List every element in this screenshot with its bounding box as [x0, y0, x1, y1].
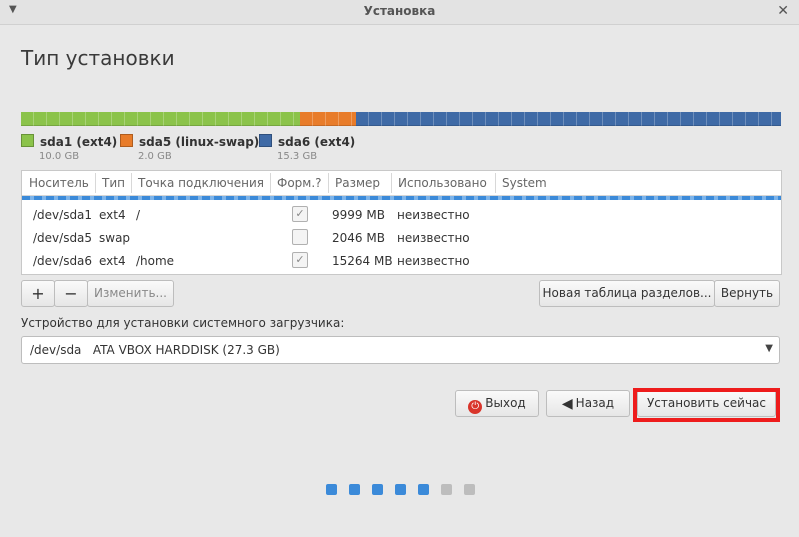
install-now-highlight [633, 388, 780, 422]
legend-swatch [259, 134, 272, 147]
cell-device: /dev/sda5 [33, 231, 93, 245]
legend-size: 15.3 GB [277, 151, 318, 162]
cell-type: swap [99, 231, 131, 245]
close-icon[interactable]: ✕ [777, 3, 789, 19]
progress-dot [349, 484, 360, 495]
back-button[interactable]: ◀ Назад [546, 390, 630, 417]
column-divider [328, 173, 329, 193]
legend-size: 10.0 GB [39, 151, 80, 162]
partition-bar-sda1 [21, 112, 300, 126]
legend-name: sda1 (ext4) [40, 135, 118, 149]
partition-bar-sda6 [356, 112, 781, 126]
progress-dot [441, 484, 452, 495]
cell-size: 2046 MB [332, 231, 385, 245]
cell-used: неизвестно [397, 231, 470, 245]
progress-dot [395, 484, 406, 495]
partition-bar [21, 112, 781, 126]
legend-name: sda6 (ext4) [278, 135, 356, 149]
column-divider [391, 173, 392, 193]
column-divider [270, 173, 271, 193]
legend-name: sda5 (linux-swap) [139, 135, 260, 149]
column-header-type[interactable]: Тип [102, 176, 125, 190]
power-icon: ⏻ [468, 400, 483, 414]
table-header: Носитель Тип Точка подключения Форм.? Ра… [22, 171, 781, 196]
bootloader-selected: /dev/sda ATA VBOX HARDDISK (27.3 GB) [30, 343, 280, 357]
bootloader-device: /dev/sda [30, 343, 82, 357]
progress-dot [326, 484, 337, 495]
quit-button-label: Выход [485, 396, 526, 410]
table-row[interactable]: /dev/sda1 ext4 / ✓ 9999 MB неизвестно [22, 204, 781, 227]
column-header-system[interactable]: System [502, 176, 547, 190]
progress-dot [464, 484, 475, 495]
format-checkbox[interactable] [292, 229, 308, 245]
remove-partition-button[interactable]: − [54, 280, 88, 307]
change-partition-button[interactable]: Изменить... [87, 280, 174, 307]
bootloader-description: ATA VBOX HARDDISK (27.3 GB) [92, 343, 280, 357]
column-header-used[interactable]: Использовано [398, 176, 487, 190]
cell-used: неизвестно [397, 208, 470, 222]
format-checkbox[interactable]: ✓ [292, 206, 308, 222]
cell-type: ext4 [99, 208, 126, 222]
page-title: Тип установки [21, 46, 175, 70]
window-title: Установка [363, 4, 436, 18]
cell-mount: /home [136, 254, 175, 268]
column-header-size[interactable]: Размер [335, 176, 380, 190]
title-bar: ▼ Установка ✕ [0, 0, 799, 25]
column-divider [131, 173, 132, 193]
cell-device: /dev/sda1 [33, 208, 93, 222]
cell-used: неизвестно [397, 254, 470, 268]
legend-size: 2.0 GB [138, 151, 172, 162]
cell-mount: / [136, 208, 141, 222]
cell-type: ext4 [99, 254, 126, 268]
legend-item-sda6: sda6 (ext4) 15.3 GB [259, 134, 355, 162]
column-divider [95, 173, 96, 193]
column-header-mount[interactable]: Точка подключения [138, 176, 264, 190]
progress-dot [418, 484, 429, 495]
legend-swatch [21, 134, 34, 147]
column-header-format[interactable]: Форм.? [277, 176, 322, 190]
table-selection-indicator [22, 196, 781, 200]
back-button-label: Назад [575, 396, 615, 410]
bootloader-label: Устройство для установки системного загр… [21, 316, 345, 330]
table-row[interactable]: /dev/sda6 ext4 /home ✓ 15264 MB неизвест… [22, 250, 781, 273]
column-divider [495, 173, 496, 193]
legend-item-sda1: sda1 (ext4) 10.0 GB [21, 134, 117, 162]
new-partition-table-button[interactable]: Новая таблица разделов... [539, 280, 715, 307]
progress-dot [372, 484, 383, 495]
partition-bar-sda5 [300, 112, 356, 126]
table-row[interactable]: /dev/sda5 swap 2046 MB неизвестно [22, 227, 781, 250]
cell-device: /dev/sda6 [33, 254, 93, 268]
partition-table[interactable]: Носитель Тип Точка подключения Форм.? Ра… [21, 170, 782, 275]
chevron-down-icon: ▼ [765, 343, 773, 354]
add-partition-button[interactable]: + [21, 280, 55, 307]
column-header-device[interactable]: Носитель [29, 176, 89, 190]
legend-swatch [120, 134, 133, 147]
cell-size: 9999 MB [332, 208, 385, 222]
arrow-left-icon: ◀ [561, 396, 573, 412]
format-checkbox[interactable]: ✓ [292, 252, 308, 268]
quit-button[interactable]: ⏻ Выход [455, 390, 539, 417]
legend-item-sda5: sda5 (linux-swap) 2.0 GB [120, 134, 259, 162]
revert-button[interactable]: Вернуть [714, 280, 780, 307]
cell-size: 15264 MB [332, 254, 393, 268]
bootloader-device-select[interactable]: /dev/sda ATA VBOX HARDDISK (27.3 GB) ▼ [21, 336, 780, 364]
